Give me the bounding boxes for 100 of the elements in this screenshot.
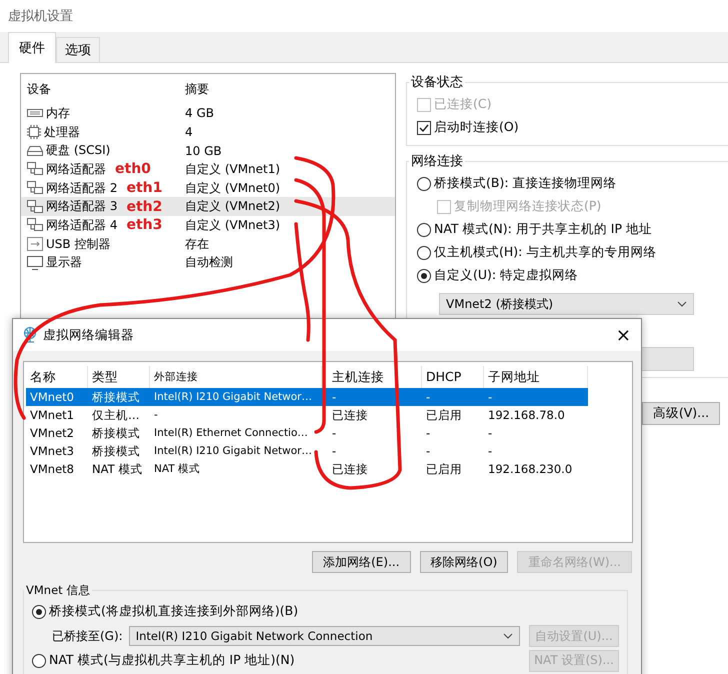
dialog-button[interactable]: 移除网络(O)	[420, 551, 508, 573]
table-cell-text: -	[487, 390, 494, 404]
table-cell-text: VMnet3	[29, 444, 75, 458]
radio-label: NAT 模式(与虚拟机共享主机的 IP 地址)(N)	[49, 652, 295, 669]
device-summary: 4	[185, 125, 193, 140]
checkbox-label: 启动时连接(O)	[434, 119, 519, 136]
column-header: 设备	[26, 80, 52, 98]
device-name: 网络适配器 2	[46, 180, 118, 197]
table-row[interactable]: VMnet2 桥接模式 Intel(R) Ethernet Connectio… - - -	[26, 424, 588, 442]
table-cell-text: -	[487, 426, 494, 440]
table-row[interactable]: VMnet0 桥接模式 Intel(R) I210 Gigabit Networ… - - -	[26, 388, 588, 406]
network-icon	[27, 162, 43, 176]
device-name: 网络适配器 3	[46, 198, 118, 216]
table-cell-text: 已连接	[331, 462, 369, 476]
device-name: USB 控制器	[46, 236, 110, 253]
chip-icon	[27, 125, 41, 140]
group-title: 网络连接	[410, 153, 464, 170]
network-icon	[27, 218, 43, 232]
annotation-label: eth2	[126, 198, 162, 215]
column-header: 摘要	[185, 80, 209, 98]
device-row[interactable]: 硬盘 (SCSI) 10 GB	[21, 141, 395, 160]
radio-button[interactable]	[417, 176, 431, 190]
annotation-label: eth0	[115, 161, 151, 178]
advanced-button[interactable]: 高级(V)...	[642, 402, 720, 425]
device-row[interactable]: 内存 4 GB	[21, 104, 395, 123]
table-cell-text: 仅主机…	[91, 408, 140, 422]
radio-button[interactable]	[417, 222, 431, 236]
table-cell-text: 已启用	[425, 408, 463, 422]
device-row[interactable]: 网络适配器 eth0 自定义 (VMnet1)	[21, 160, 395, 179]
device-summary: 自定义 (VMnet3)	[185, 216, 280, 234]
checkbox-label: 已连接(C)	[434, 96, 492, 113]
device-name: 网络适配器	[46, 160, 106, 178]
device-summary: 自定义 (VMnet2)	[185, 198, 280, 216]
table-cell-text: VMnet8	[29, 462, 75, 476]
device-summary: 自定义 (VMnet0)	[185, 180, 280, 197]
radio-label: 桥接模式(B): 直接连接物理网络	[434, 175, 617, 192]
globe-icon	[23, 327, 37, 343]
device-row[interactable]: 网络适配器 3 eth2 自定义 (VMnet2)	[21, 197, 395, 216]
device-summary: 自定义 (VMnet1)	[185, 160, 280, 178]
annotation-label: eth3	[126, 217, 162, 234]
table-cell-text: -	[331, 390, 338, 404]
table-cell-text: Intel(R) I210 Gigabit Networ…	[153, 445, 313, 457]
device-row[interactable]: USB 控制器 存在	[21, 234, 395, 254]
device-row[interactable]: 网络适配器 4 eth3 自定义 (VMnet3)	[21, 216, 395, 235]
table-cell-text: NAT 模式	[153, 462, 201, 476]
network-icon	[27, 200, 43, 214]
field-label: 已桥接至(G):	[52, 628, 123, 644]
tab[interactable]: 选项	[56, 37, 100, 62]
table-cell-text: 192.168.78.0	[487, 408, 566, 422]
table-cell-text: Intel(R) I210 Gigabit Networ…	[153, 391, 313, 403]
usb-icon	[27, 237, 43, 252]
table-cell-text: Intel(R) Ethernet Connectio…	[153, 427, 309, 439]
network-icon	[27, 181, 43, 196]
radio-button[interactable]	[32, 604, 46, 618]
table-cell-text: -	[425, 444, 432, 458]
table-cell-text: VMnet2	[29, 426, 75, 440]
checkbox-label: 复制物理网络连接状态(P)	[454, 198, 602, 215]
radio-label: 桥接模式(将虚拟机直接连接到外部网络)(B)	[49, 603, 298, 620]
table-row[interactable]: VMnet3 桥接模式 Intel(R) I210 Gigabit Networ… - - -	[26, 442, 588, 460]
dialog-button[interactable]: 添加网络(E)...	[312, 551, 411, 573]
network-dropdown[interactable]: VMnet2 (桥接模式)	[439, 293, 694, 315]
chevron-icon	[677, 301, 687, 307]
table-cell-text: -	[331, 426, 338, 440]
table-cell-text: -	[153, 409, 159, 421]
radio-button[interactable]	[417, 246, 431, 260]
table-cell-text: VMnet1	[29, 408, 75, 422]
close-button[interactable]: ×	[612, 324, 635, 346]
chevron-icon	[502, 633, 513, 639]
monitor-icon	[27, 256, 43, 270]
device-name: 内存	[46, 104, 70, 122]
table-cell-text: -	[487, 444, 494, 458]
radio-label: 自定义(U): 特定虚拟网络	[434, 267, 578, 284]
table-cell-text: 桥接模式	[91, 390, 141, 404]
window-title: 虚拟机设置	[7, 8, 74, 26]
table-cell-text: -	[331, 444, 338, 458]
radio-button[interactable]	[417, 268, 431, 282]
table-cell-text: -	[425, 390, 432, 404]
table-row[interactable]: VMnet1 仅主机… - 已连接 已启用 192.168.78.0	[26, 406, 588, 424]
annotation-label: eth1	[126, 180, 162, 196]
adapter-dropdown[interactable]: Intel(R) I210 Gigabit Network Connection	[128, 626, 520, 646]
tab[interactable]: 硬件	[8, 32, 56, 63]
table-cell-text: 桥接模式	[91, 444, 141, 458]
group-title: 设备状态	[410, 74, 464, 91]
memory-icon	[27, 107, 43, 120]
radio-button[interactable]	[32, 654, 46, 668]
device-row[interactable]: 网络适配器 2 eth1 自定义 (VMnet0)	[21, 178, 395, 198]
device-name: 硬盘 (SCSI)	[46, 142, 110, 160]
radio-label: 仅主机模式(H): 与主机共享的专用网络	[434, 244, 656, 261]
table-cell-text: VMnet0	[29, 390, 75, 404]
table-row[interactable]: VMnet8 NAT 模式 NAT 模式 已连接 已启用 192.168.230.0	[26, 460, 588, 478]
device-summary: 自动检测	[185, 254, 233, 272]
device-row[interactable]: 处理器 4	[21, 122, 395, 142]
device-row[interactable]: 显示器 自动检测	[21, 254, 395, 272]
table-cell-text: 已连接	[331, 408, 369, 422]
radio-label: NAT 模式(N): 用于共享主机的 IP 地址	[434, 221, 652, 238]
device-summary: 4 GB	[185, 106, 214, 120]
checkbox[interactable]	[417, 120, 431, 134]
table-cell-text: 192.168.230.0	[487, 462, 574, 476]
device-name: 显示器	[46, 254, 82, 272]
device-summary: 存在	[185, 236, 209, 253]
